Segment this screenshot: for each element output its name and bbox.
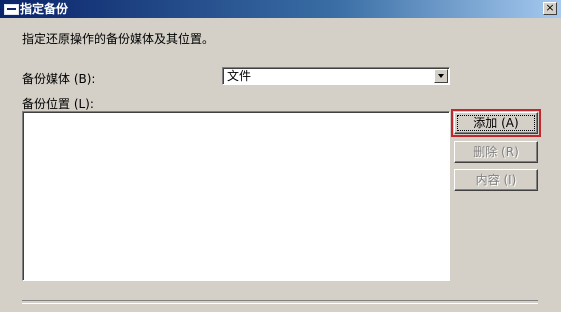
separator-line [22,300,538,304]
dropdown-arrow-icon[interactable] [434,69,448,83]
remove-button[interactable]: 删除 (R) [454,141,538,163]
window-icon [4,4,19,15]
instruction-text: 指定还原操作的备份媒体及其位置。 [22,32,215,46]
focus-rect [457,115,535,131]
properties-button-label: 内容 (I) [475,173,517,187]
close-button[interactable]: × [543,2,557,15]
backup-media-select[interactable]: 文件 [222,67,450,85]
backup-media-value: 文件 [227,69,252,83]
title-bar[interactable]: 指定备份 × [0,0,561,18]
backup-location-label: 备份位置 (L): [22,97,94,111]
window-title: 指定备份 [20,2,69,16]
backup-media-label: 备份媒体 (B): [22,72,96,86]
add-button[interactable]: 添加 (A) [451,109,541,137]
backup-location-list[interactable] [22,111,450,281]
specify-backup-dialog: 指定备份 × 指定还原操作的备份媒体及其位置。 备份媒体 (B): 文件 备份位… [0,0,561,312]
properties-button[interactable]: 内容 (I) [454,169,538,191]
remove-button-label: 删除 (R) [473,145,519,159]
